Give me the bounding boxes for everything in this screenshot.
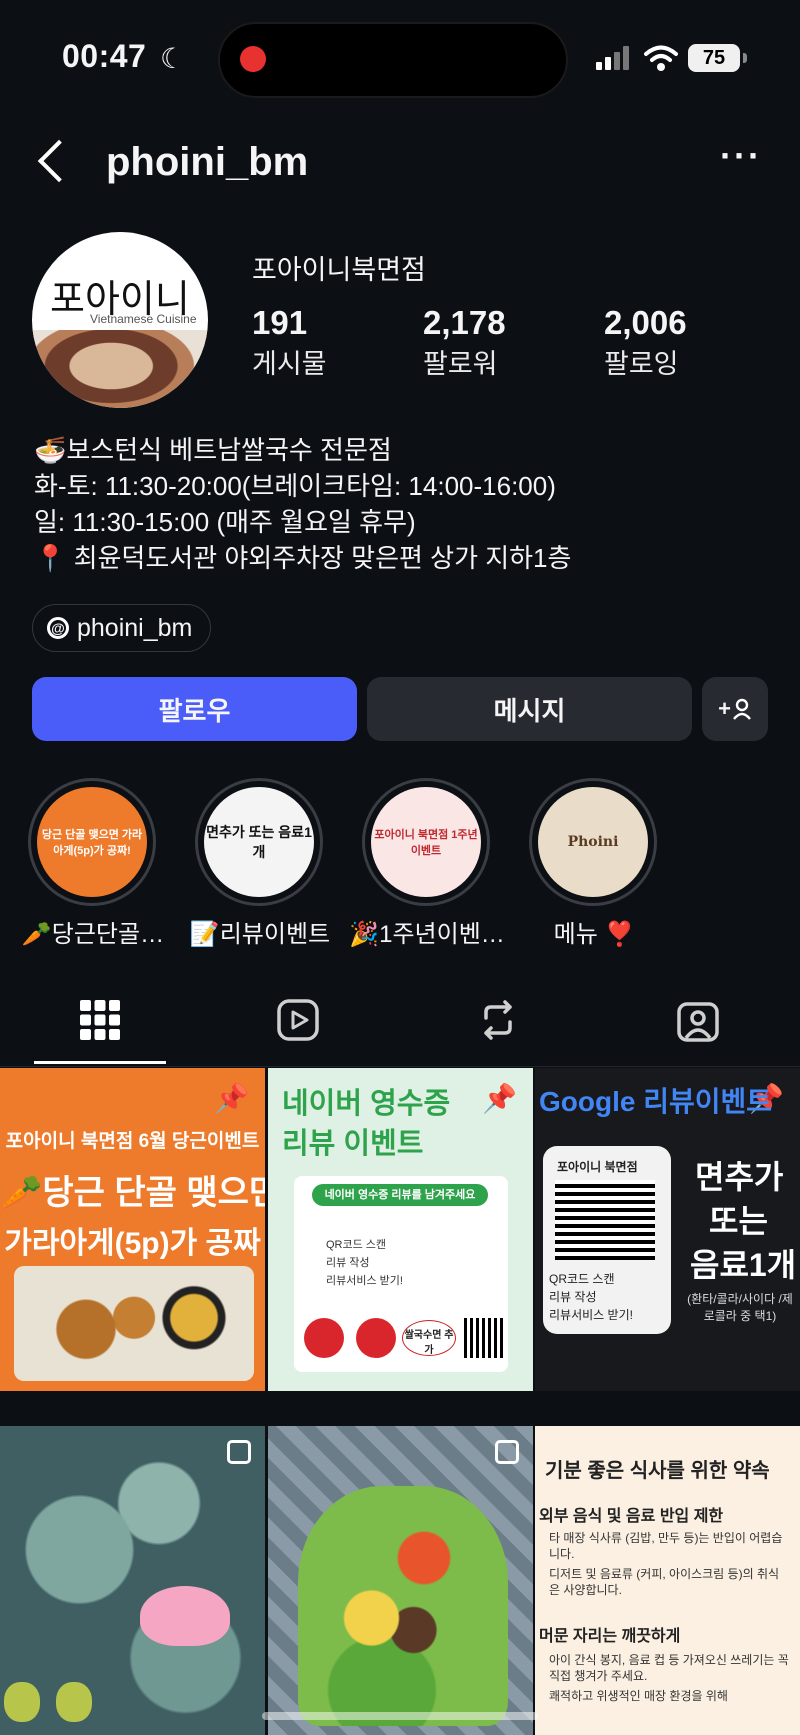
post-tile-4[interactable]: [0, 1426, 265, 1735]
bio-line-4: 📍 최윤덕도서관 야외주차장 맞은편 상가 지하1층: [34, 543, 572, 573]
qr-code-icon: [555, 1180, 655, 1260]
tabs-divider: [0, 1066, 800, 1067]
highlight-cover-2: 면추가 또는 음료1개: [204, 787, 314, 897]
post-6-rule-2a: 아이 간식 봉지, 음료 컵 등 가져오신 쓰레기는 꼭 직접 챙겨가 주세요.: [549, 1653, 789, 1683]
post-3-note: (환타/콜라/사이다 /제로콜라 중 택1): [687, 1292, 793, 1323]
multiple-images-icon: [495, 1440, 519, 1464]
highlight-label-3: 🎉1주년이벤…: [349, 921, 505, 948]
post-3-store: 포아이니 북면점: [557, 1160, 638, 1174]
pin-icon: 📌: [214, 1083, 249, 1114]
post-2-step-3: 리뷰서비스 받기!: [326, 1275, 403, 1287]
post-3-body3: 음료1개: [690, 1247, 797, 1283]
tagged-repost-icon[interactable]: [476, 998, 520, 1042]
post-3-step-3: 리뷰서비스 받기!: [549, 1308, 633, 1322]
qr-code-icon: [464, 1318, 504, 1358]
highlight-carrot-event[interactable]: 당근 단골 맺으면 가라아게(5p)가 공짜!: [28, 778, 156, 906]
profile-username: phoini_bm: [106, 140, 309, 184]
posts-label[interactable]: 게시물: [252, 342, 327, 381]
post-6-rule-1b: 디저트 및 음료류 (커피, 아이스크림 등)의 취식은 사양합니다.: [549, 1567, 780, 1597]
follow-button[interactable]: 팔로우: [32, 677, 357, 741]
pin-icon: 📌: [482, 1083, 517, 1114]
signal-icon: [596, 46, 629, 70]
moon-icon: ☾: [160, 43, 186, 74]
bio-line-1: 🍜보스턴식 베트남쌀국수 전문점: [34, 435, 392, 465]
highlight-menu[interactable]: Phoini: [529, 778, 657, 906]
status-time: 00:47: [62, 38, 147, 74]
post-6-rule-1: 외부 음식 및 음료 반입 제한: [539, 1508, 724, 1525]
post-3-body2: 또는: [709, 1203, 768, 1239]
wifi-icon: [644, 45, 678, 71]
post-tile-6[interactable]: 기분 좋은 식사를 위한 약속 외부 음식 및 음료 반입 제한 타 매장 식사…: [535, 1426, 800, 1735]
reels-icon[interactable]: [276, 998, 320, 1042]
add-person-plus: +: [718, 696, 731, 721]
more-options-icon[interactable]: ···: [720, 138, 762, 174]
post-6-rule-2: 머문 자리는 깨끗하게: [539, 1628, 681, 1645]
post-2-step-1: QR코드 스캔: [326, 1239, 387, 1251]
multiple-images-icon: [227, 1440, 251, 1464]
highlight-cover-1: 당근 단골 맺으면 가라아게(5p)가 공짜!: [37, 787, 147, 897]
highlight-label-1: 🥕당근단골…: [21, 921, 165, 948]
followers-label[interactable]: 팔로워: [423, 342, 498, 381]
post-6-rule-2b: 쾌적하고 위생적인 매장 환경을 위해: [549, 1689, 728, 1703]
post-2-title2: 리뷰 이벤트: [282, 1128, 424, 1160]
bio-line-2: 화-토: 11:30-20:00(브레이크타임: 14:00-16:00): [34, 471, 556, 501]
cola-zero-icon: [356, 1318, 396, 1358]
post-2-sub: 네이버 영수증 리뷰를 남겨주세요: [312, 1184, 488, 1206]
cola-can-icon: [304, 1318, 344, 1358]
highlight-label-4: 메뉴 ❣️: [553, 921, 635, 948]
post-1-title: 포아이니 북면점 6월 당근이벤트: [5, 1131, 260, 1152]
post-tile-2[interactable]: 📌 네이버 영수증 리뷰 이벤트 네이버 영수증 리뷰를 남겨주세요 QR코드 …: [268, 1068, 533, 1391]
posts-count[interactable]: 191: [252, 304, 307, 342]
post-3-title: Google 리뷰이벤트: [539, 1086, 773, 1117]
post-1-body: 🥕당근 단골 맺으면: [0, 1174, 265, 1212]
threads-icon: @: [47, 617, 69, 639]
post-2-step-2: 리뷰 작성: [326, 1257, 370, 1269]
post-tile-1[interactable]: 📌 포아이니 북면점 6월 당근이벤트 🥕당근 단골 맺으면 가라아게(5p)가…: [0, 1068, 265, 1391]
bio-line-3: 일: 11:30-15:00 (매주 월요일 휴무): [34, 507, 416, 537]
person-icon: [732, 698, 751, 720]
back-icon[interactable]: [37, 139, 81, 183]
post-1-body2: 가라아게(5p)가 공짜: [4, 1227, 261, 1260]
avatar[interactable]: 포아이니 Vietnamese Cuisine: [32, 232, 208, 408]
post-6-title: 기분 좋은 식사를 위한 약속: [545, 1460, 770, 1482]
highlight-cover-4: Phoini: [538, 787, 648, 897]
highlight-anniversary-event[interactable]: 포아이니 북면점 1주년이벤트: [362, 778, 490, 906]
post-3-step-2: 리뷰 작성: [549, 1290, 597, 1304]
tagged-person-icon[interactable]: [676, 998, 720, 1042]
highlight-label-2: 📝리뷰이벤트: [189, 921, 331, 948]
frog-figure-image: [4, 1682, 40, 1722]
following-label[interactable]: 팔로잉: [604, 342, 679, 381]
recording-indicator-icon: [240, 46, 266, 72]
highlight-review-event[interactable]: 면추가 또는 음료1개: [195, 778, 323, 906]
post-2-title: 네이버 영수증: [282, 1088, 451, 1120]
profile-name: 포아이니북면점: [252, 255, 426, 285]
battery-indicator: 75: [688, 44, 747, 72]
frog-figure-image: [56, 1682, 92, 1722]
threads-handle: phoini_bm: [77, 613, 193, 642]
followers-count[interactable]: 2,178: [423, 304, 506, 342]
post-6-rule-1a: 타 매장 식사류 (김밥, 만두 등)는 반입이 어렵습니다.: [549, 1531, 783, 1561]
grid-icon[interactable]: [78, 998, 122, 1042]
message-button[interactable]: 메시지: [367, 677, 692, 741]
post-3-step-1: QR코드 스캔: [549, 1272, 615, 1286]
highlight-cover-3: 포아이니 북면점 1주년이벤트: [371, 787, 481, 897]
post-tile-5[interactable]: [268, 1426, 533, 1735]
threads-link[interactable]: @ phoini_bm: [32, 604, 212, 652]
post-2-extra: 쌀국수면 추가: [402, 1320, 456, 1356]
post-3-body: 면추가: [695, 1159, 784, 1195]
home-indicator: [262, 1712, 538, 1720]
avatar-subtitle: Vietnamese Cuisine: [90, 312, 197, 326]
add-person-button[interactable]: +: [702, 677, 768, 741]
salad-food-image: [298, 1486, 508, 1726]
following-count[interactable]: 2,006: [604, 304, 687, 342]
post-tile-3[interactable]: 📌 Google 리뷰이벤트 포아이니 북면점 QR코드 스캔 리뷰 작성 리뷰…: [535, 1068, 800, 1391]
active-tab-indicator: [34, 1061, 166, 1064]
lotus-flower-image: [140, 1586, 230, 1646]
fried-chicken-plate-image: [14, 1266, 254, 1381]
noodle-bowl-image: [32, 330, 208, 408]
dynamic-island: [218, 22, 568, 98]
